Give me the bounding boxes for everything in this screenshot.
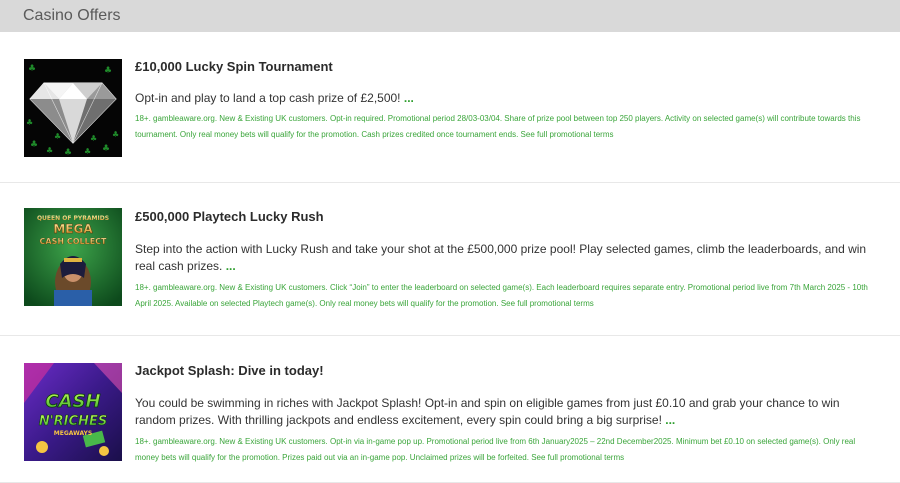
section-header: Casino Offers: [0, 0, 900, 32]
offer-terms: 18+. gambleaware.org. New & Existing UK …: [135, 280, 872, 312]
svg-text:♣: ♣: [84, 147, 91, 156]
game-logo-line1: CASH: [45, 391, 100, 412]
offer-title[interactable]: Jackpot Splash: Dive in today!: [135, 363, 872, 379]
offer-description: You could be swimming in riches with Jac…: [135, 395, 872, 429]
offer-title[interactable]: £500,000 Playtech Lucky Rush: [135, 209, 872, 225]
offer-description-text: You could be swimming in riches with Jac…: [135, 396, 840, 427]
full-terms-link[interactable]: See full promotional terms: [531, 453, 624, 462]
offer-terms: 18+. gambleaware.org. New & Existing UK …: [135, 111, 872, 143]
section-title: Casino Offers: [23, 7, 121, 24]
offer-terms-text: 18+. gambleaware.org. New & Existing UK …: [135, 437, 856, 462]
svg-text:♣: ♣: [102, 144, 110, 154]
offer-image[interactable]: CASH N'RICHES MEGAWAYS: [24, 363, 122, 461]
offer-image[interactable]: QUEEN OF PYRAMIDS MEGA CASH COLLECT: [24, 208, 122, 306]
read-more-link[interactable]: ...: [665, 413, 675, 427]
offer-content: Jackpot Splash: Dive in today! You could…: [135, 363, 872, 466]
offer-card: CASH N'RICHES MEGAWAYS Jackpot Splash: D…: [0, 336, 900, 483]
svg-text:♣: ♣: [28, 64, 36, 74]
svg-text:♣: ♣: [46, 146, 53, 155]
game-logo-line3: CASH COLLECT: [40, 237, 108, 246]
svg-text:♣: ♣: [30, 140, 38, 150]
svg-text:♣: ♣: [26, 118, 33, 127]
offer-terms-text: 18+. gambleaware.org. New & Existing UK …: [135, 114, 861, 139]
offer-content: £500,000 Playtech Lucky Rush Step into t…: [135, 209, 872, 312]
offer-description-text: Opt-in and play to land a top cash prize…: [135, 91, 401, 105]
offer-card: QUEEN OF PYRAMIDS MEGA CASH COLLECT £500…: [0, 183, 900, 336]
read-more-link[interactable]: ...: [226, 259, 236, 273]
read-more-link[interactable]: ...: [404, 91, 414, 105]
game-logo-line1: QUEEN OF PYRAMIDS: [37, 215, 109, 222]
full-terms-link[interactable]: See full promotional terms: [501, 299, 594, 308]
full-terms-link[interactable]: See full promotional terms: [521, 130, 614, 139]
svg-text:♣: ♣: [54, 132, 61, 141]
offer-content: £10,000 Lucky Spin Tournament Opt-in and…: [135, 59, 872, 143]
offer-description: Opt-in and play to land a top cash prize…: [135, 90, 872, 107]
svg-text:♣: ♣: [90, 134, 97, 143]
game-logo-line3: MEGAWAYS: [54, 430, 92, 437]
svg-text:♣: ♣: [112, 130, 119, 139]
offer-image[interactable]: ♣ ♣ ♣ ♣ ♣ ♣ ♣ ♣ ♣ ♣ ♣: [24, 59, 122, 157]
offer-description-text: Step into the action with Lucky Rush and…: [135, 242, 867, 273]
svg-text:♣: ♣: [104, 66, 112, 76]
offer-terms: 18+. gambleaware.org. New & Existing UK …: [135, 434, 872, 466]
offer-description: Step into the action with Lucky Rush and…: [135, 241, 872, 275]
game-logo-line2: N'RICHES: [39, 414, 107, 429]
game-logo-line2: MEGA: [53, 222, 93, 236]
offer-title[interactable]: £10,000 Lucky Spin Tournament: [135, 59, 872, 75]
offer-card: ♣ ♣ ♣ ♣ ♣ ♣ ♣ ♣ ♣ ♣ ♣ £10,000 Lucky Spin…: [0, 32, 900, 183]
svg-text:♣: ♣: [64, 148, 72, 157]
